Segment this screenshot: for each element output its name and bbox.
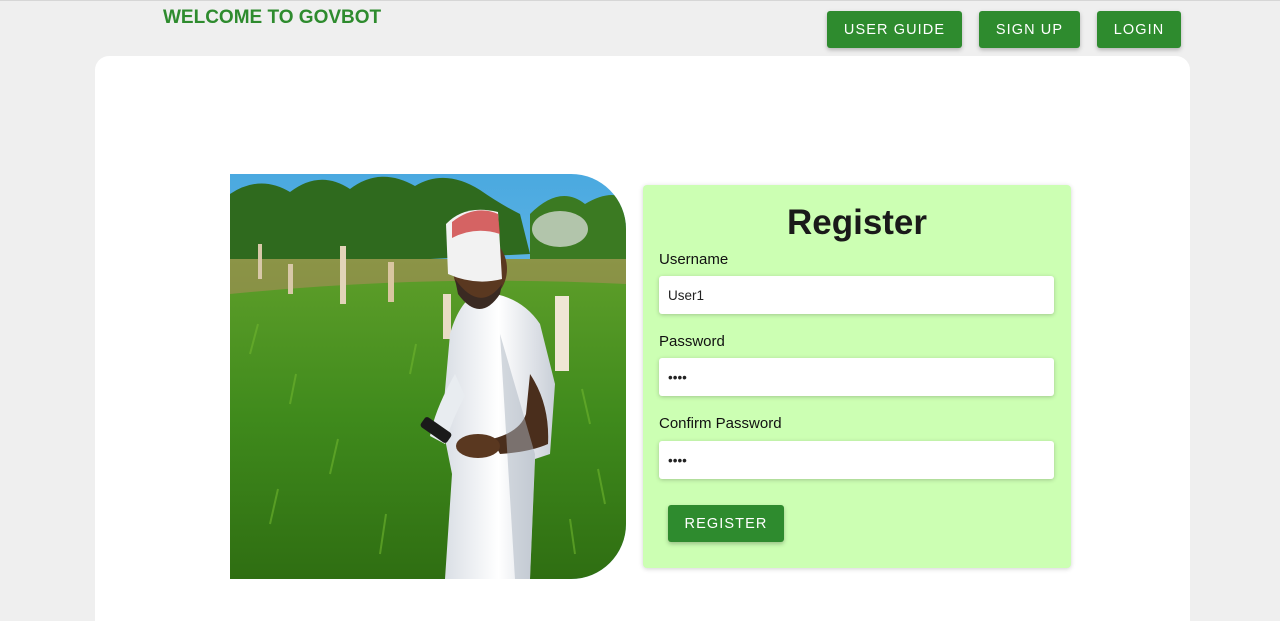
username-label: Username bbox=[659, 251, 729, 268]
confirm-password-input[interactable] bbox=[659, 441, 1054, 479]
user-guide-button[interactable]: USER GUIDE bbox=[827, 11, 962, 48]
sign-up-button[interactable]: SIGN UP bbox=[979, 11, 1080, 48]
register-button[interactable]: REGISTER bbox=[668, 505, 784, 542]
username-input[interactable] bbox=[659, 276, 1054, 314]
site-title: WELCOME TO GOVBOT bbox=[163, 7, 382, 28]
farmer-photo bbox=[230, 174, 626, 579]
register-title: Register bbox=[786, 203, 928, 242]
password-input[interactable] bbox=[659, 358, 1054, 396]
register-form: Register Username Password Confirm Passw… bbox=[643, 185, 1071, 568]
login-button[interactable]: LOGIN bbox=[1097, 11, 1181, 48]
confirm-password-label: Confirm Password bbox=[659, 415, 782, 432]
password-label: Password bbox=[659, 333, 725, 350]
